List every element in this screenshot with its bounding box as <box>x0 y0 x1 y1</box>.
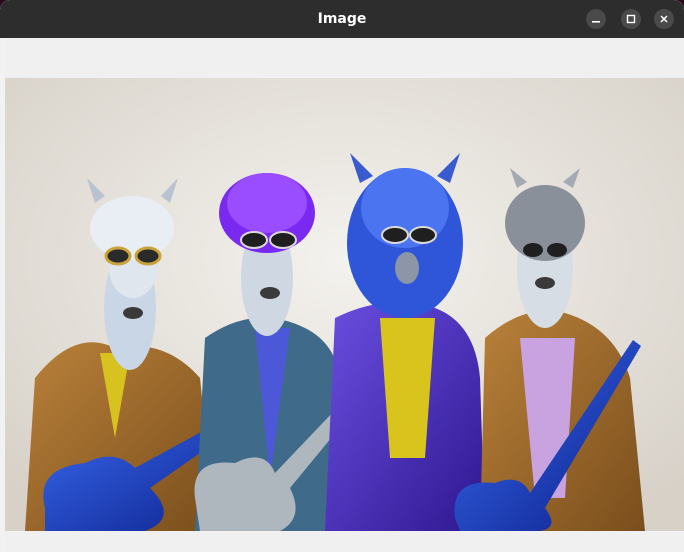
image-canvas <box>5 78 684 531</box>
title-bar[interactable]: Image <box>0 0 684 38</box>
status-bar <box>5 531 684 552</box>
close-icon <box>660 15 668 23</box>
maximize-icon <box>626 14 636 24</box>
toolbar-area <box>5 38 684 78</box>
photo-image <box>5 78 684 531</box>
window-title: Image <box>317 11 367 27</box>
minimize-button[interactable] <box>586 9 606 29</box>
image-viewer-window: Image <box>0 0 684 552</box>
maximize-button[interactable] <box>621 9 641 29</box>
close-button[interactable] <box>654 9 674 29</box>
minimize-icon <box>592 21 600 23</box>
